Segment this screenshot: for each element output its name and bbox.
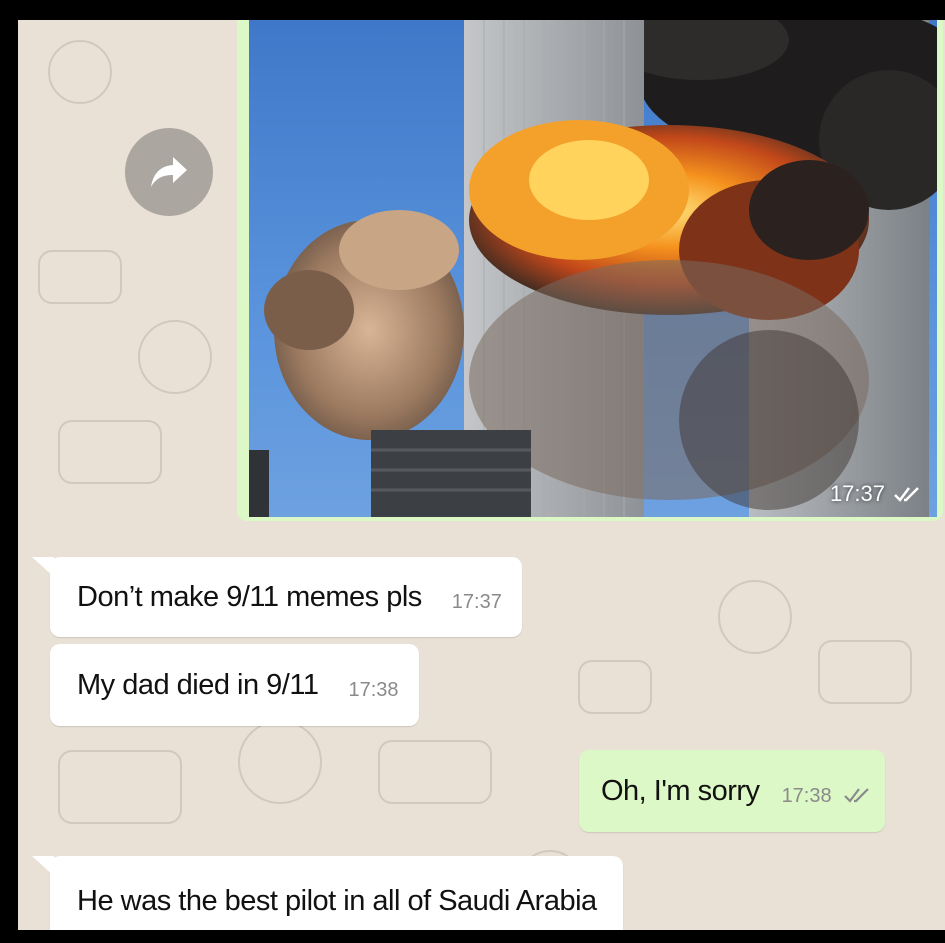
bubble-tail <box>32 856 54 876</box>
wallpaper-doodle <box>138 320 212 394</box>
message-text: My dad died in 9/11 <box>77 668 319 701</box>
outgoing-message[interactable]: Oh, I'm sorry 17:38 <box>579 750 886 832</box>
chat-area: 17:37 Don’t make 9/11 memes pls 17:37 My… <box>18 20 945 930</box>
incoming-message[interactable]: He was the best pilot in all of Saudi Ar… <box>50 856 623 930</box>
wallpaper-doodle <box>38 250 122 304</box>
wallpaper-doodle <box>238 720 322 804</box>
incoming-message[interactable]: Don’t make 9/11 memes pls 17:37 <box>50 557 522 637</box>
wallpaper-doodle <box>818 640 912 704</box>
wallpaper-doodle <box>718 580 792 654</box>
message-time: 17:38 <box>781 784 832 807</box>
photo-illustration <box>249 20 937 517</box>
bubble-tail <box>32 557 54 577</box>
message-text: Don’t make 9/11 memes pls <box>77 580 422 613</box>
image-timestamp: 17:37 <box>830 481 923 507</box>
wallpaper-doodle <box>578 660 652 714</box>
message-time: 17:38 <box>348 678 399 701</box>
double-check-icon <box>844 787 869 803</box>
incoming-message[interactable]: My dad died in 9/11 17:38 <box>50 644 419 726</box>
forward-arrow-icon <box>151 157 187 187</box>
message-time: 17:37 <box>451 590 502 613</box>
message-photo[interactable]: 17:37 <box>249 20 937 517</box>
wallpaper-doodle <box>378 740 492 804</box>
forward-button[interactable] <box>125 128 213 216</box>
image-message[interactable]: 17:37 <box>237 20 943 521</box>
wallpaper-doodle <box>48 40 112 104</box>
wallpaper-doodle <box>58 750 182 824</box>
image-time-text: 17:37 <box>829 481 885 506</box>
wallpaper-doodle <box>58 420 162 484</box>
message-text: He was the best pilot in all of Saudi Ar… <box>77 884 597 917</box>
message-text: Oh, I'm sorry <box>601 774 760 807</box>
double-check-icon <box>894 487 919 502</box>
message-time-wrap: 17:38 <box>782 785 874 808</box>
